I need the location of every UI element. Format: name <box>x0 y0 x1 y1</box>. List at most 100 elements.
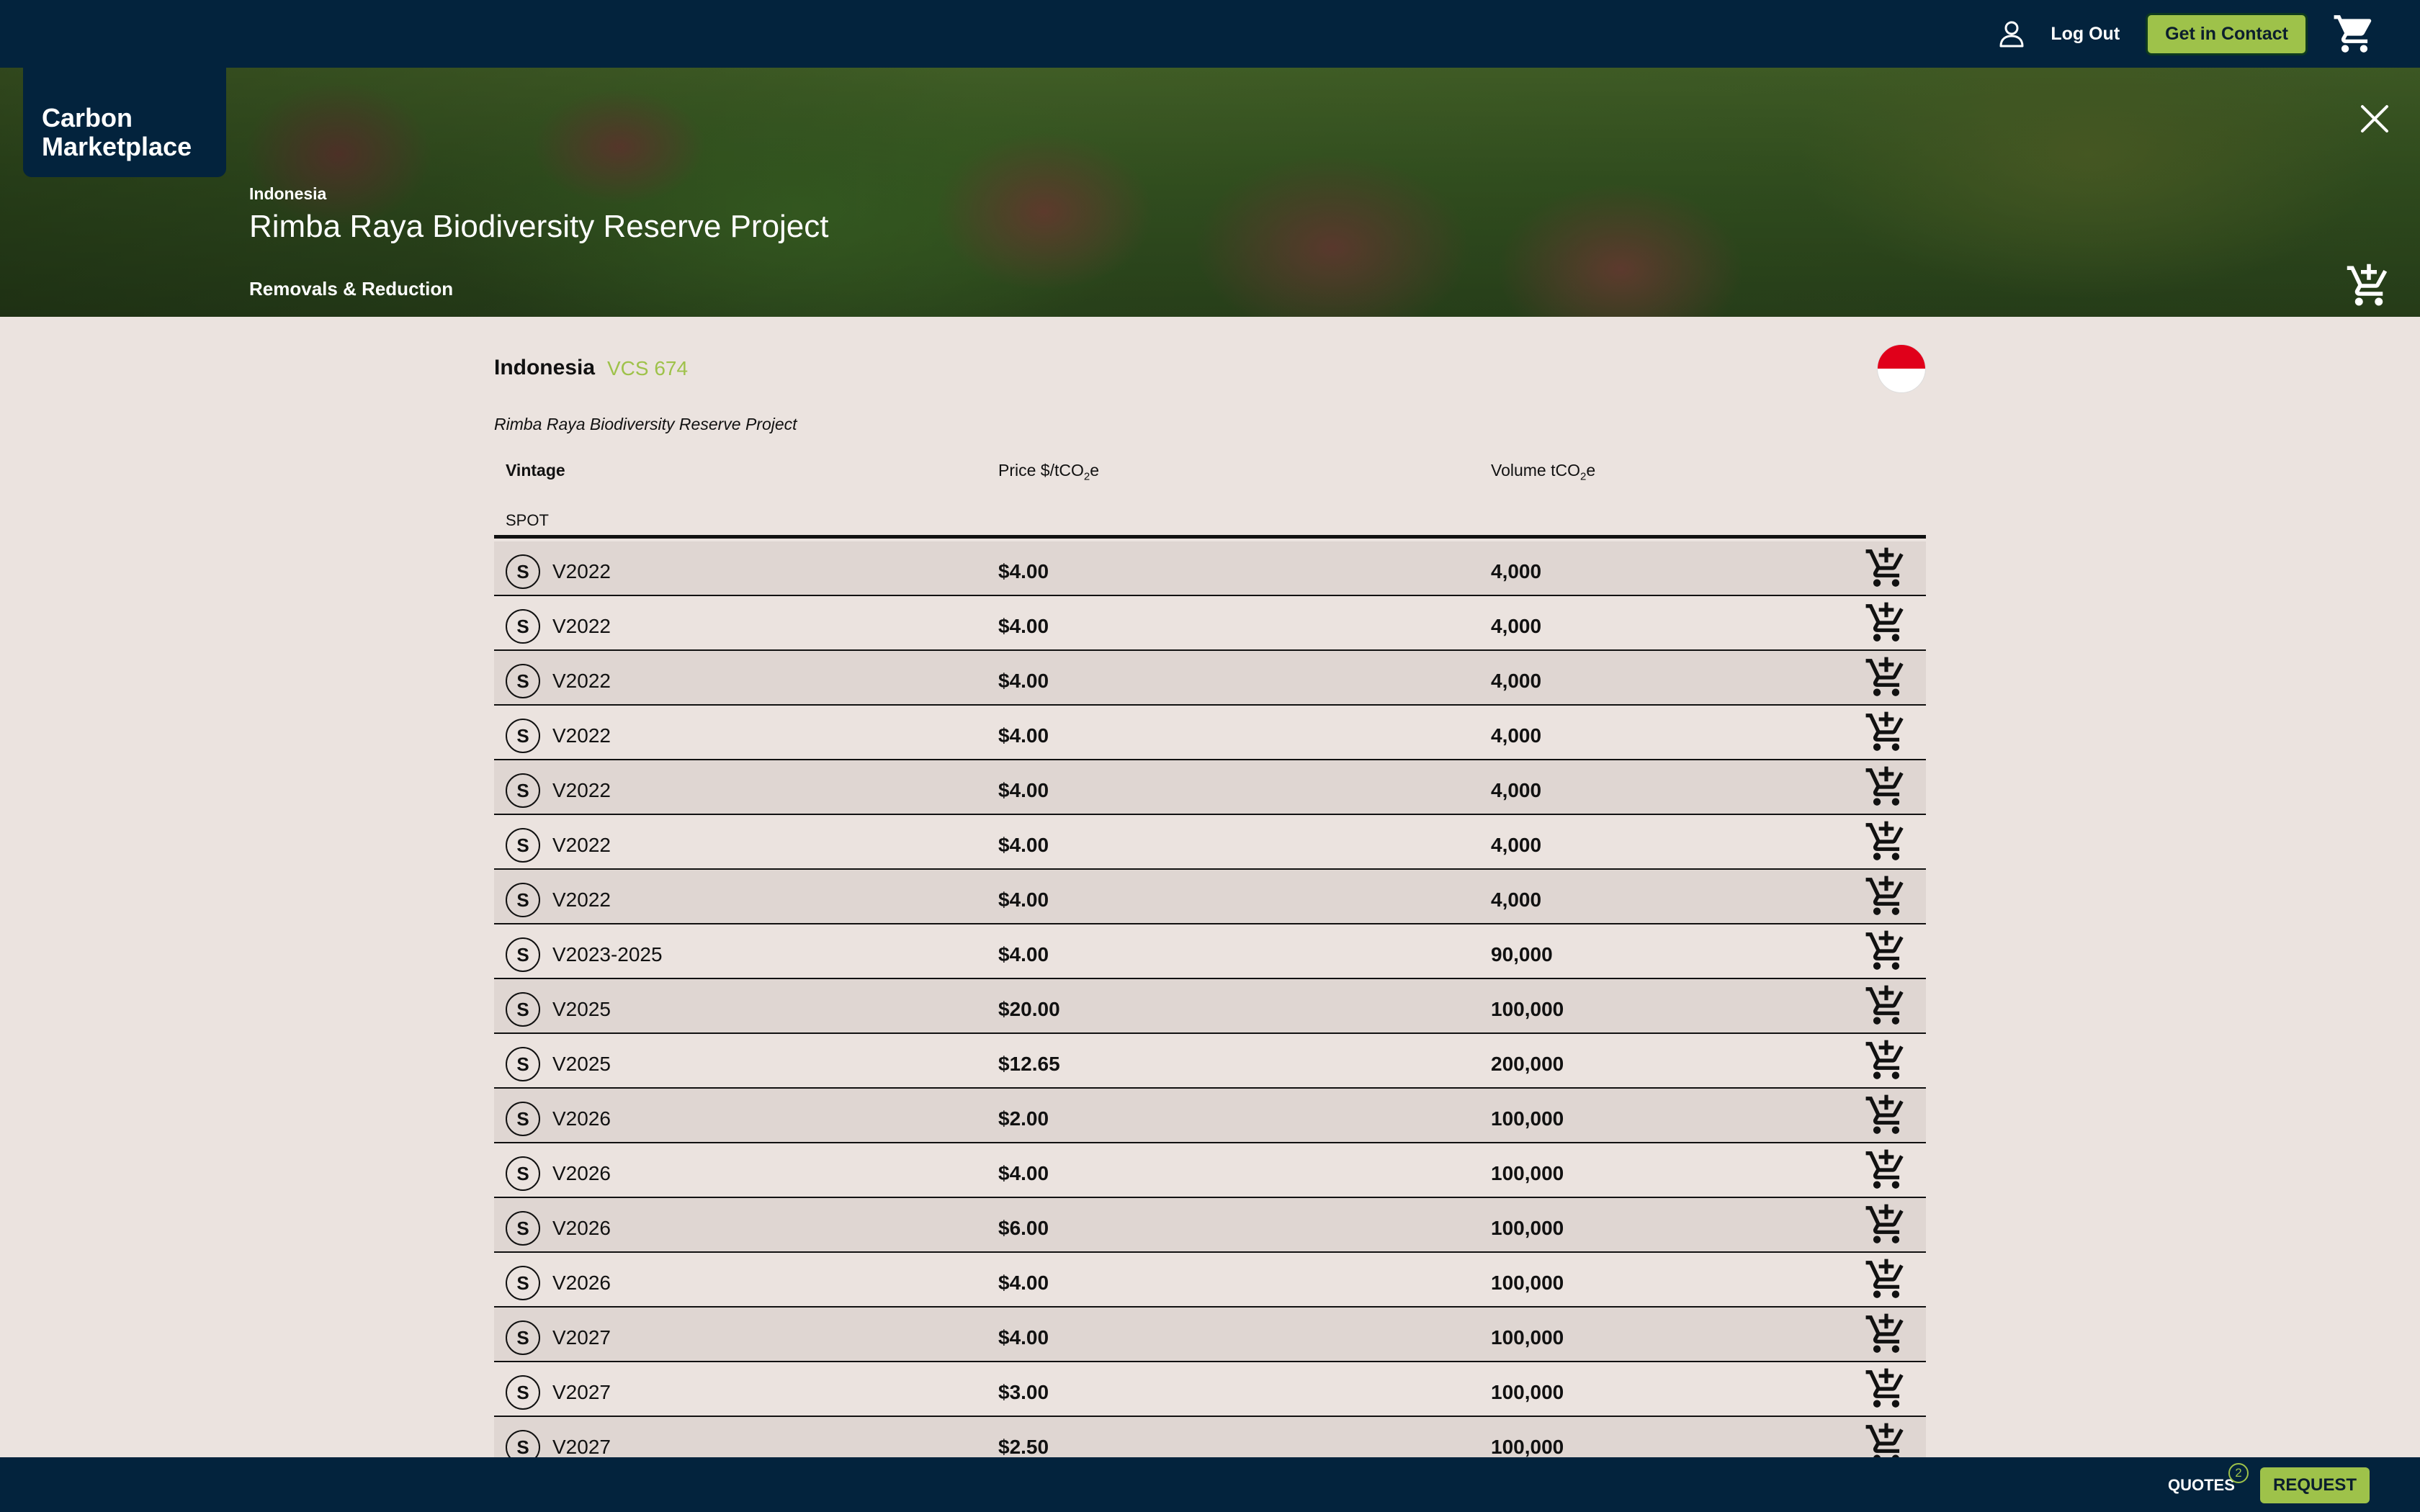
table-row: S V2026 $4.00 100,000 <box>494 1253 1926 1308</box>
request-button[interactable]: REQUEST <box>2260 1467 2370 1503</box>
table-row: S V2022 $4.00 4,000 <box>494 706 1926 760</box>
price-cell: $6.00 <box>998 1217 1049 1239</box>
add-to-cart-icon[interactable] <box>2345 262 2393 310</box>
vintage-cell: V2027 <box>552 1326 611 1349</box>
add-to-cart-icon[interactable] <box>1864 1093 1909 1138</box>
cart-icon[interactable] <box>2332 12 2377 56</box>
volume-cell: 100,000 <box>1491 1381 1564 1403</box>
volume-cell: 100,000 <box>1491 1272 1564 1294</box>
top-navigation: Log Out Get in Contact <box>0 0 2420 68</box>
project-subtitle: Rimba Raya Biodiversity Reserve Project <box>494 415 797 433</box>
price-cell: $4.00 <box>998 560 1049 582</box>
table-header: Vintage Price $/tCO2e Volume tCO2e <box>494 461 1926 490</box>
add-to-cart-icon[interactable] <box>1864 874 1909 919</box>
add-to-cart-icon[interactable] <box>1864 1202 1909 1247</box>
vintage-cell: V2022 <box>552 560 611 582</box>
table-row: S V2025 $12.65 200,000 <box>494 1034 1926 1089</box>
hero-category: Removals & Reduction <box>249 278 454 300</box>
spot-badge: S <box>506 828 540 863</box>
volume-cell: 100,000 <box>1491 998 1564 1020</box>
add-to-cart-icon[interactable] <box>1864 546 1909 590</box>
brand-line-2: Marketplace <box>42 132 192 161</box>
hero-country: Indonesia <box>249 184 327 203</box>
column-header-volume: Volume tCO2e <box>1491 461 1595 483</box>
close-icon[interactable] <box>2358 102 2391 135</box>
spot-badge: S <box>506 1156 540 1191</box>
price-header-text: Price $/tCO <box>998 461 1084 480</box>
add-to-cart-icon[interactable] <box>1864 929 1909 973</box>
add-to-cart-icon[interactable] <box>1864 1148 1909 1192</box>
price-cell: $2.00 <box>998 1107 1049 1130</box>
spot-badge: S <box>506 937 540 972</box>
volume-cell: 100,000 <box>1491 1162 1564 1184</box>
vintage-cell: V2023-2025 <box>552 943 663 966</box>
price-cell: $4.00 <box>998 1272 1049 1294</box>
spot-badge: S <box>506 664 540 698</box>
spot-badge: S <box>506 719 540 753</box>
brand-line-1: Carbon <box>42 103 133 132</box>
column-header-price: Price $/tCO2e <box>998 461 1099 483</box>
spot-badge: S <box>506 554 540 589</box>
vintage-cell: V2025 <box>552 998 611 1020</box>
spot-badge: S <box>506 1266 540 1300</box>
spot-badge: S <box>506 1320 540 1355</box>
table-row: S V2027 $3.00 100,000 <box>494 1362 1926 1417</box>
spot-badge: S <box>506 609 540 644</box>
table-row: S V2026 $2.00 100,000 <box>494 1089 1926 1143</box>
add-to-cart-icon[interactable] <box>1864 600 1909 645</box>
logout-link[interactable]: Log Out <box>2051 24 2120 45</box>
vintage-cell: V2022 <box>552 670 611 692</box>
volume-cell: 100,000 <box>1491 1326 1564 1349</box>
volume-cell: 4,000 <box>1491 560 1542 582</box>
add-to-cart-icon[interactable] <box>1864 819 1909 864</box>
vintage-cell: V2026 <box>552 1107 611 1130</box>
add-to-cart-icon[interactable] <box>1864 765 1909 809</box>
add-to-cart-icon[interactable] <box>1864 1367 1909 1411</box>
add-to-cart-icon[interactable] <box>1864 1257 1909 1302</box>
volume-cell: 4,000 <box>1491 615 1542 637</box>
price-cell: $4.00 <box>998 1162 1049 1184</box>
price-cell: $2.50 <box>998 1436 1049 1458</box>
add-to-cart-icon[interactable] <box>1864 655 1909 700</box>
price-cell: $4.00 <box>998 834 1049 856</box>
vintage-cell: V2022 <box>552 834 611 856</box>
price-cell: $4.00 <box>998 1326 1049 1349</box>
table-row: S V2026 $6.00 100,000 <box>494 1198 1926 1253</box>
spot-badge: S <box>506 773 540 808</box>
table-row: S V2022 $4.00 4,000 <box>494 760 1926 815</box>
vintage-cell: V2025 <box>552 1053 611 1075</box>
volume-header-suffix: e <box>1586 461 1596 480</box>
project-country: Indonesia <box>494 356 596 379</box>
add-to-cart-icon[interactable] <box>1864 1038 1909 1083</box>
project-code: VCS 674 <box>607 357 689 379</box>
price-cell: $4.00 <box>998 779 1049 801</box>
price-cell: $12.65 <box>998 1053 1060 1075</box>
table-row: S V2022 $4.00 4,000 <box>494 870 1926 924</box>
price-cell: $4.00 <box>998 615 1049 637</box>
volume-cell: 100,000 <box>1491 1436 1564 1458</box>
get-in-contact-button[interactable]: Get in Contact <box>2146 12 2308 55</box>
spot-badge: S <box>506 992 540 1027</box>
add-to-cart-icon[interactable] <box>1864 710 1909 755</box>
table-row: S V2022 $4.00 4,000 <box>494 541 1926 596</box>
indonesia-flag-icon <box>1877 344 1926 393</box>
add-to-cart-icon[interactable] <box>1864 1312 1909 1356</box>
user-icon[interactable] <box>1994 17 2029 51</box>
volume-cell: 4,000 <box>1491 888 1542 911</box>
add-to-cart-icon[interactable] <box>1864 984 1909 1028</box>
hero-banner: Carbon Marketplace Indonesia Rimba Raya … <box>0 68 2420 317</box>
volume-cell: 4,000 <box>1491 834 1542 856</box>
spot-badge: S <box>506 1211 540 1246</box>
volume-cell: 100,000 <box>1491 1217 1564 1239</box>
vintage-table-body: S V2022 $4.00 4,000 S V2022 $4.00 4,000 S V2022 $4… <box>494 541 1926 1472</box>
hero-title: Rimba Raya Biodiversity Reserve Project <box>249 209 829 244</box>
spot-badge: S <box>506 1102 540 1136</box>
vintage-cell: V2022 <box>552 779 611 801</box>
price-cell: $4.00 <box>998 670 1049 692</box>
vintage-cell: V2022 <box>552 615 611 637</box>
price-header-sub: 2 <box>1083 470 1090 483</box>
vintage-cell: V2022 <box>552 888 611 911</box>
quotes-link[interactable]: QUOTES <box>2168 1476 2235 1495</box>
price-header-suffix: e <box>1090 461 1100 480</box>
brand-logo[interactable]: Carbon Marketplace <box>23 68 226 177</box>
